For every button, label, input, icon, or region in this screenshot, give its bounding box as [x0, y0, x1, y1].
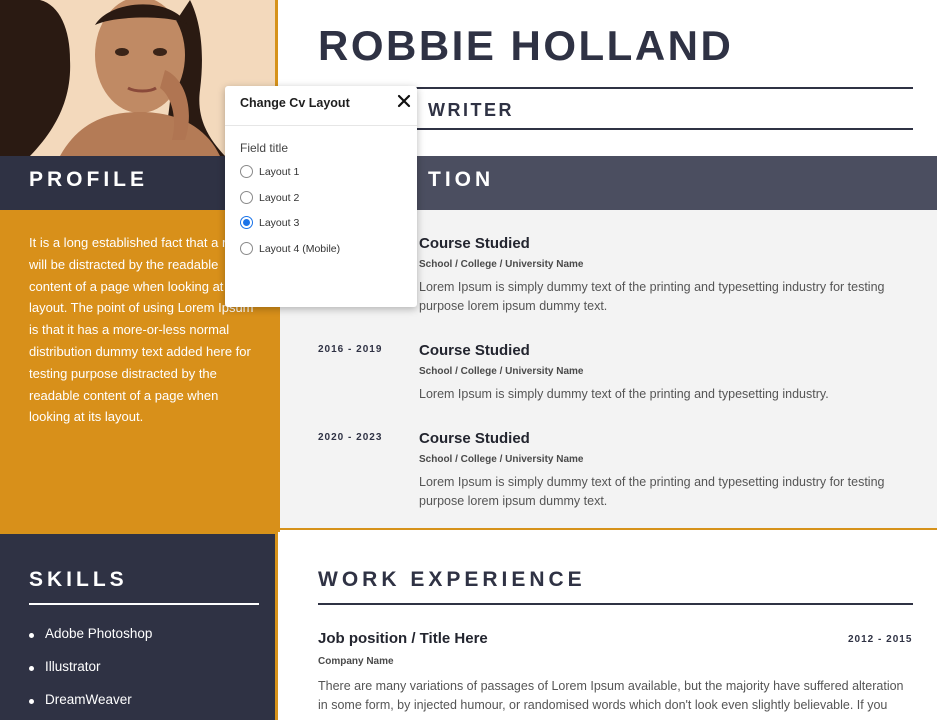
layout-option-2[interactable]: Layout 2: [240, 189, 410, 207]
close-icon[interactable]: [397, 94, 411, 108]
work-experience-heading: WORK EXPERIENCE: [318, 568, 586, 591]
column-divider: [275, 532, 278, 720]
radio-button-selected[interactable]: [240, 216, 253, 229]
education-school: School / College / University Name: [419, 366, 584, 377]
education-course: Course Studied: [419, 235, 530, 252]
education-description: Lorem Ipsum is simply dummy text of the …: [419, 387, 829, 401]
field-title-label: Field title: [240, 141, 289, 155]
education-description: Lorem Ipsum is simply dummy text of the …: [419, 280, 885, 313]
work-description: There are many variations of passages of…: [318, 679, 904, 712]
close-icon-glyph: [397, 94, 411, 108]
layout-option-3[interactable]: Layout 3: [240, 214, 410, 232]
education-school: School / College / University Name: [419, 454, 584, 465]
layout-option-label: Layout 1: [259, 166, 300, 178]
work-position: Job position / Title Here: [318, 630, 488, 647]
dialog-separator: [225, 125, 417, 126]
dialog-title: Change Cv Layout: [240, 96, 350, 110]
radio-button[interactable]: [240, 191, 253, 204]
change-layout-dialog: Change Cv Layout Field title Layout 1 La…: [225, 86, 417, 307]
layout-option-label: Layout 2: [259, 192, 300, 204]
education-heading-text: TION: [428, 168, 495, 191]
layout-option-1[interactable]: Layout 1: [240, 163, 410, 181]
skill-item: DreamWeaver: [29, 692, 152, 725]
work-experience-divider: [318, 603, 913, 605]
layout-option-label: Layout 3: [259, 217, 300, 229]
skill-item: Adobe Photoshop: [29, 626, 152, 659]
skills-list: Adobe Photoshop Illustrator DreamWeaver: [29, 626, 152, 725]
education-year: 2020 - 2023: [318, 432, 383, 443]
radio-button[interactable]: [240, 165, 253, 178]
skills-divider: [29, 603, 259, 605]
candidate-name: ROBBIE HOLLAND: [318, 22, 734, 69]
education-course: Course Studied: [419, 342, 530, 359]
profile-heading: PROFILE: [29, 168, 149, 191]
layout-option-4[interactable]: Layout 4 (Mobile): [240, 240, 410, 258]
skills-heading: SKILLS: [29, 568, 128, 591]
work-company: Company Name: [318, 656, 394, 667]
education-course: Course Studied: [419, 430, 530, 447]
work-years: 2012 - 2015: [848, 634, 913, 645]
radio-button[interactable]: [240, 242, 253, 255]
education-year: 2016 - 2019: [318, 344, 383, 355]
layout-option-label: Layout 4 (Mobile): [259, 243, 341, 255]
education-description: Lorem Ipsum is simply dummy text of the …: [419, 475, 885, 508]
job-title-text: WRITER: [428, 100, 514, 120]
education-school: School / College / University Name: [419, 259, 584, 270]
skill-item: Illustrator: [29, 659, 152, 692]
